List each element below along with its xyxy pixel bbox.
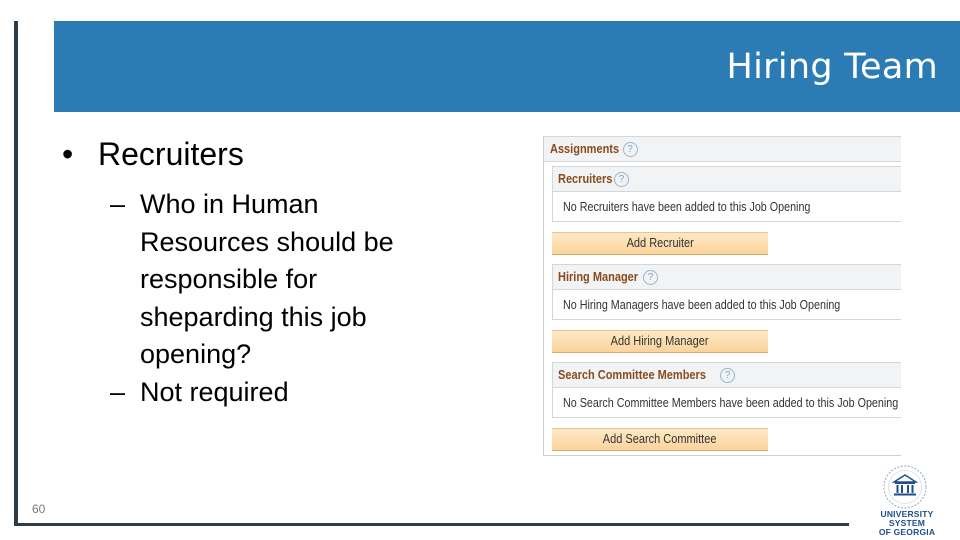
hiring-manager-section: Hiring Manager ? No Hiring Managers have… [552,264,901,353]
page-number: 60 [32,502,46,516]
sub-bullet-marker: – [110,189,126,219]
add-recruiter-button[interactable]: Add Recruiter [552,232,768,255]
section-title: Hiring Manager [558,270,639,284]
assignments-panel: Assignments ? Recruiters ? No Recruiters… [543,136,901,456]
button-label: Add Hiring Manager [611,334,709,348]
logo-text: UNIVERSITY SYSTEM OF GEORGIA [862,510,952,537]
section-title: Search Committee Members [558,368,706,382]
assignments-header: Assignments ? [544,137,901,162]
sub-bullet-line: Resources should be [140,226,394,257]
bottom-border-rule [14,523,849,526]
button-label: Add Search Committee [603,432,717,446]
bullet-text: Recruiters [98,136,244,172]
section-title: Recruiters [558,172,613,186]
sub-bullet-not-required: – Not required [110,374,394,412]
button-label: Add Recruiter [626,236,694,250]
recruiters-section: Recruiters ? No Recruiters have been add… [552,166,901,255]
bullet-recruiters: • Recruiters [62,132,394,176]
sub-bullet-marker: – [110,376,126,407]
building-seal-icon [883,465,927,509]
search-committee-empty-message: No Search Committee Members have been ad… [552,388,901,418]
hiring-manager-header: Hiring Manager ? [552,264,901,290]
logo-line-2: OF GEORGIA [878,527,936,537]
sub-bullet-line: Not required [140,376,289,407]
bullet-list: • Recruiters – Who in Human Resources sh… [62,132,394,411]
help-icon[interactable]: ? [720,367,736,383]
message-text: No Hiring Managers have been added to th… [563,297,841,312]
recruiters-header: Recruiters ? [552,166,901,192]
bullet-marker: • [62,136,74,172]
message-text: No Search Committee Members have been ad… [563,395,899,410]
logo-line-1: UNIVERSITY SYSTEM [880,509,934,528]
assignments-title: Assignments [550,142,620,156]
left-border-rule [14,21,18,526]
add-hiring-manager-button[interactable]: Add Hiring Manager [552,330,768,353]
search-committee-section: Search Committee Members ? No Search Com… [552,362,901,451]
add-search-committee-button[interactable]: Add Search Committee [552,428,768,451]
hiring-manager-empty-message: No Hiring Managers have been added to th… [552,290,901,320]
help-icon[interactable]: ? [613,171,629,187]
sub-bullet-line: sheparding this job [140,301,367,332]
message-text: No Recruiters have been added to this Jo… [563,199,811,214]
sub-bullet-line: responsible for [140,264,318,294]
title-bar: Hiring Team [54,21,960,112]
sub-bullet-who: – Who in Human Resources should be respo… [110,186,394,374]
sub-bullet-line: Who in Human [140,189,319,219]
usg-logo: UNIVERSITY SYSTEM OF GEORGIA [862,462,952,537]
sub-bullet-line: opening? [140,339,252,369]
help-icon[interactable]: ? [643,269,658,285]
search-committee-header: Search Committee Members ? [552,362,901,388]
recruiters-empty-message: No Recruiters have been added to this Jo… [552,192,901,222]
slide-title: Hiring Team [726,47,938,87]
help-icon[interactable]: ? [622,141,638,157]
